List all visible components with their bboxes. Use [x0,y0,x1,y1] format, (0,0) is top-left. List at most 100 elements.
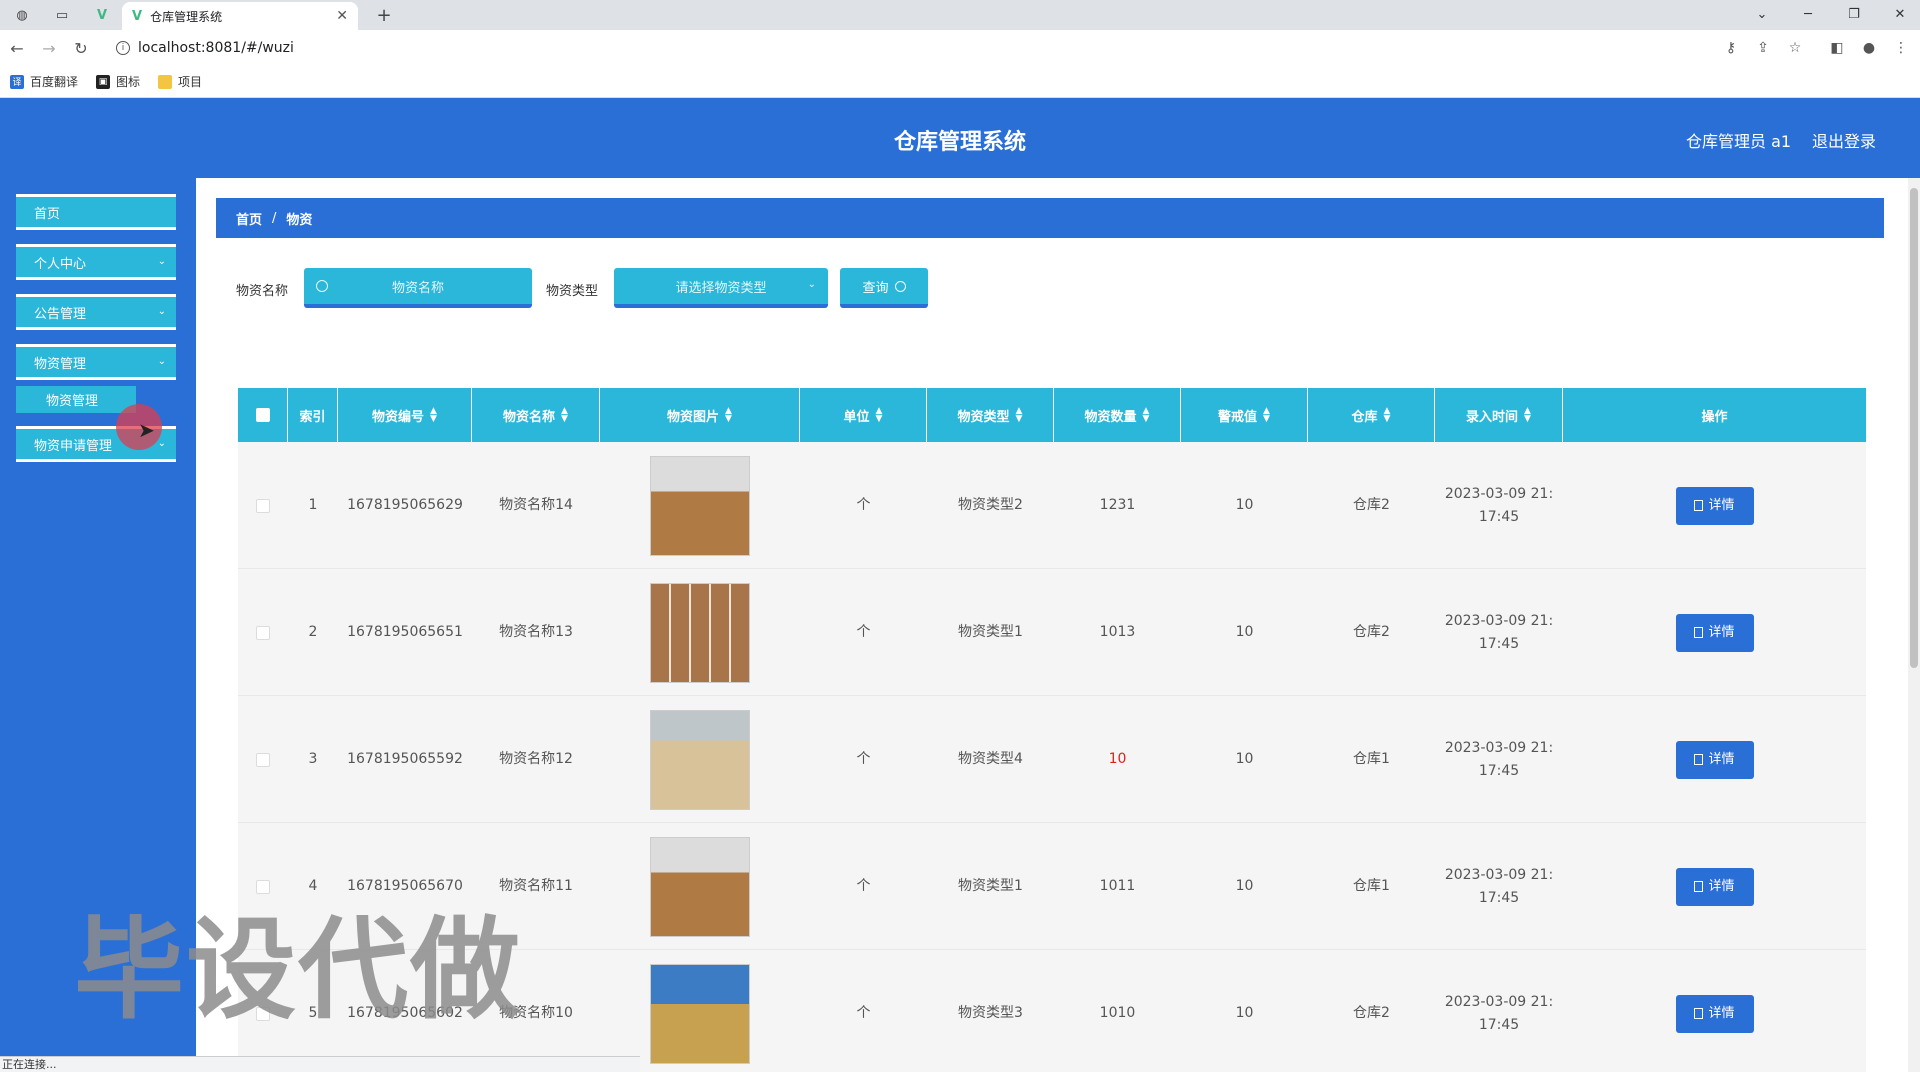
sidebar-subitem-goods[interactable]: 物资管理 [16,386,136,416]
time-date: 2023-03-09 21: [1444,739,1554,756]
header-warn[interactable]: 警戒值 ▲ ▼ [1181,388,1308,442]
goods-image-cell [600,696,800,823]
close-window-button[interactable]: ✕ [1880,2,1920,26]
document-icon [1694,881,1704,892]
mouse-cursor-icon: ➤ [138,418,155,442]
sidebar-item-home[interactable]: 首页 [16,194,176,230]
warn-cell: 10 [1235,878,1254,894]
header-actions: 操作 [1701,409,1728,425]
profile-icon[interactable]: ● [1858,38,1880,58]
goods-image[interactable] [650,455,750,556]
action-cell: 详情 [1563,696,1866,823]
row-checkbox[interactable] [256,752,270,767]
time-clock: 17:45 [1478,889,1520,906]
new-tab-button[interactable]: + [372,4,396,26]
query-button[interactable]: 查询 [840,268,928,308]
restore-button[interactable]: ❐ [1834,2,1874,26]
blank-tab-icon[interactable]: ▭ [48,4,76,26]
bookmark-project[interactable]: 项目 [158,73,202,90]
sort-icon: ▲ ▼ [1383,406,1391,424]
header-qty[interactable]: 物资数量 ▲ ▼ [1054,388,1181,442]
index-cell: 3 [308,751,318,767]
goods-image[interactable] [650,836,750,937]
sidebar-item-goods[interactable]: 物资管理 ⌄ [16,344,176,380]
sort-icon: ▲ ▼ [561,406,568,424]
share-icon[interactable]: ⇪ [1752,38,1774,58]
header-warehouse[interactable]: 仓库 ▲ ▼ [1308,388,1435,442]
goods-image-cell [600,442,800,569]
back-icon[interactable]: ← [4,36,30,60]
time-cell: 2023-03-09 21: 17:45 [1435,569,1563,696]
minimize-button[interactable]: ─ [1788,2,1828,26]
warehouse-cell: 仓库2 [1353,497,1390,513]
url-field[interactable]: i localhost:8081/#/wuzi [106,35,1706,61]
type-cell: 物资类型1 [958,878,1023,894]
header-code[interactable]: 物资编号 ▲ ▼ [338,388,472,442]
time-date: 2023-03-09 21: [1444,485,1554,502]
row-checkbox[interactable] [256,498,270,513]
key-icon[interactable]: ⚷ [1720,38,1742,58]
app-header: 仓库管理系统 仓库管理员 a1 退出登录 [0,98,1920,178]
tab-search-icon[interactable]: ⌄ [1742,2,1782,26]
sidepanel-icon[interactable]: ◧ [1826,38,1848,58]
vue-tab-icon[interactable]: V [88,4,116,26]
name-search-input[interactable]: 物资名称 [304,268,532,308]
header-image[interactable]: 物资图片 ▲ ▼ [600,388,800,442]
sidebar-subitem-label: 物资管理 [46,394,99,409]
detail-button[interactable]: 详情 [1675,867,1754,906]
header-time[interactable]: 录入时间 ▲ ▼ [1435,388,1563,442]
folder-icon [158,74,173,89]
sidebar-item-label: 个人中心 [34,256,87,272]
goods-image[interactable] [650,963,750,1064]
reload-icon[interactable]: ↻ [68,36,94,60]
goods-image-cell [600,569,800,696]
name-cell: 物资名称14 [499,497,573,513]
globe-icon[interactable]: ◍ [8,4,36,26]
scroll-thumb[interactable] [1910,188,1918,668]
search-icon [894,280,906,292]
time-cell: 2023-03-09 21: 17:45 [1435,950,1563,1072]
active-tab[interactable]: V 仓库管理系统 ✕ [122,2,358,30]
forward-icon[interactable]: → [36,36,62,60]
detail-button[interactable]: 详情 [1675,486,1754,525]
unit-cell: 个 [856,497,871,513]
sort-icon: ▲ ▼ [725,406,732,424]
header-unit[interactable]: 单位 ▲ ▼ [800,388,927,442]
type-placeholder: 请选择物资类型 [675,280,767,296]
logout-link[interactable]: 退出登录 [1812,128,1876,152]
header-name[interactable]: 物资名称 ▲ ▼ [472,388,600,442]
sidebar-item-profile[interactable]: 个人中心 ⌄ [16,244,176,280]
menu-icon[interactable]: ⋮ [1890,38,1912,58]
qty-cell: 1231 [1099,497,1136,513]
breadcrumb-home[interactable]: 首页 [236,209,262,228]
detail-button[interactable]: 详情 [1675,740,1754,779]
type-select[interactable]: 请选择物资类型 ⌄ [614,268,828,308]
chevron-up-icon: ⌄ [157,356,166,367]
detail-button[interactable]: 详情 [1675,994,1754,1033]
star-icon[interactable]: ☆ [1784,38,1806,58]
code-cell: 1678195065629 [347,497,463,513]
goods-image[interactable] [650,709,750,810]
header-type[interactable]: 物资类型 ▲ ▼ [927,388,1054,442]
row-checkbox[interactable] [256,625,270,640]
translate-icon: 译 [10,74,24,89]
type-cell: 物资类型4 [958,751,1023,767]
action-cell: 详情 [1563,823,1866,950]
type-label: 物资类型 [546,284,599,299]
close-tab-icon[interactable]: ✕ [336,8,348,24]
bookmark-icons[interactable]: ▣ 图标 [96,73,140,90]
goods-image[interactable] [650,582,750,683]
sidebar-item-notice[interactable]: 公告管理 ⌄ [16,294,176,330]
info-icon[interactable]: i [116,41,130,55]
time-clock: 17:45 [1478,635,1520,652]
detail-button[interactable]: 详情 [1675,613,1754,652]
row-checkbox-cell [238,569,288,696]
bookmark-fanyi[interactable]: 译 百度翻译 [10,73,78,90]
select-all-checkbox[interactable] [255,408,270,422]
time-cell: 2023-03-09 21: 17:45 [1435,696,1563,823]
search-icon [316,280,328,292]
name-placeholder: 物资名称 [391,280,444,296]
page-scrollbar[interactable] [1908,178,1920,1072]
select-all-cell[interactable] [238,388,288,442]
index-cell: 2 [308,624,318,640]
